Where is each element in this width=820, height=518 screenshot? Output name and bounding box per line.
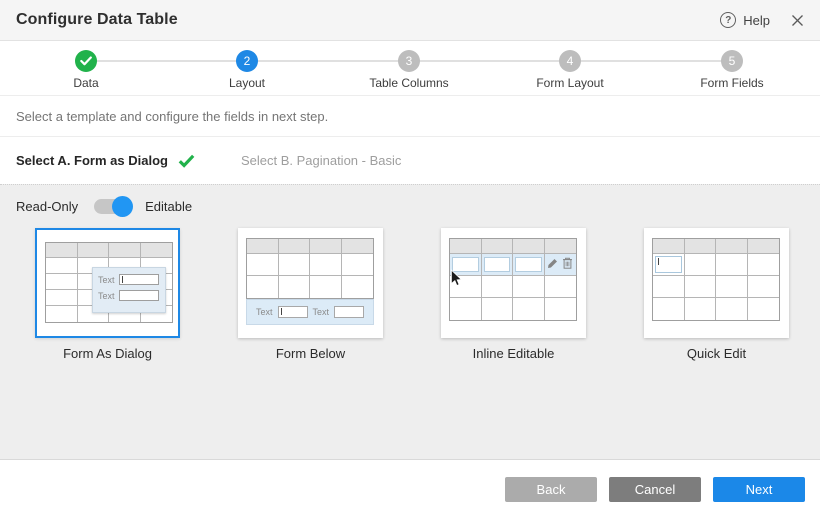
step-label: Form Layout [510,76,630,90]
mini-form-strip: Text Text [246,299,374,325]
mini-table [652,238,780,321]
step-number: 2 [236,50,258,72]
step-complete-check-icon [75,50,97,72]
step-layout[interactable]: 2 Layout [187,41,307,90]
step-number: 3 [398,50,420,72]
template-option-quick-edit: Quick Edit [644,228,789,361]
step-label: Table Columns [349,76,469,90]
step-number: 4 [559,50,581,72]
step-label: Layout [187,76,307,90]
close-icon[interactable] [791,14,804,27]
mini-table [449,238,577,321]
template-label: Form Below [238,346,383,361]
back-button[interactable]: Back [505,477,597,502]
step-data[interactable]: Data [26,41,146,90]
configure-data-table-dialog: Configure Data Table ? Help Data 2 Layou… [0,0,820,518]
mini-field-label: Text [313,307,330,317]
template-option-inline-editable: Inline Editable [441,228,586,361]
template-card-form-below[interactable]: Text Text [238,228,383,338]
text-cursor [122,276,123,283]
template-card-inline-editable[interactable] [441,228,586,338]
mini-table [246,238,374,299]
pencil-icon [547,256,558,274]
titlebar-actions: ? Help [720,12,804,28]
instructions-row: Select a template and configure the fiel… [0,96,820,137]
help-button[interactable]: ? Help [720,12,770,28]
mini-text-input [119,290,159,301]
next-button[interactable]: Next [713,477,805,502]
text-cursor [281,308,282,315]
template-option-form-as-dialog: Text Text Form As Dialog [35,228,180,361]
text-cursor [658,258,659,265]
mini-text-input [334,306,364,318]
cancel-button[interactable]: Cancel [609,477,701,502]
mode-toggle-row: Read-Only Editable [0,185,820,214]
trash-icon [562,256,573,274]
titlebar: Configure Data Table ? Help [0,0,820,41]
selection-b-label[interactable]: Select B. Pagination - Basic [241,153,401,168]
step-form-fields[interactable]: 5 Form Fields [672,41,792,90]
step-label: Data [26,76,146,90]
editable-toggle[interactable] [94,199,131,214]
step-number: 5 [721,50,743,72]
mini-dialog-row: Text [98,274,160,285]
mini-text-input [278,306,308,318]
wizard-stepper: Data 2 Layout 3 Table Columns 4 Form Lay… [0,41,820,96]
mini-field-label: Text [256,307,273,317]
selection-row: Select A. Form as Dialog Select B. Pagin… [0,137,820,184]
selection-a-label[interactable]: Select A. Form as Dialog [16,153,168,168]
check-icon [178,154,195,168]
mini-field-label: Text [98,275,119,285]
editable-label: Editable [145,199,192,214]
mini-field-label: Text [98,291,119,301]
step-label: Form Fields [672,76,792,90]
template-label: Form As Dialog [35,346,180,361]
template-card-form-as-dialog[interactable]: Text Text [35,228,180,338]
mini-dialog: Text Text [92,267,166,313]
template-cards: Text Text Form As Dialog [0,228,820,361]
template-panel: Read-Only Editable [0,184,820,460]
instructions-text: Select a template and configure the fiel… [16,109,328,124]
template-label: Inline Editable [441,346,586,361]
toggle-knob [112,196,133,217]
mini-dialog-row: Text [98,290,160,301]
footer: Back Cancel Next [0,460,820,517]
template-label: Quick Edit [644,346,789,361]
page-title: Configure Data Table [16,11,178,29]
mini-text-input [119,274,159,285]
mouse-cursor-icon [450,269,464,293]
step-form-layout[interactable]: 4 Form Layout [510,41,630,90]
read-only-label: Read-Only [16,199,78,214]
question-mark-icon: ? [720,12,736,28]
help-label: Help [743,13,770,28]
template-card-quick-edit[interactable] [644,228,789,338]
step-table-columns[interactable]: 3 Table Columns [349,41,469,90]
template-option-form-below: Text Text Form Below [238,228,383,361]
